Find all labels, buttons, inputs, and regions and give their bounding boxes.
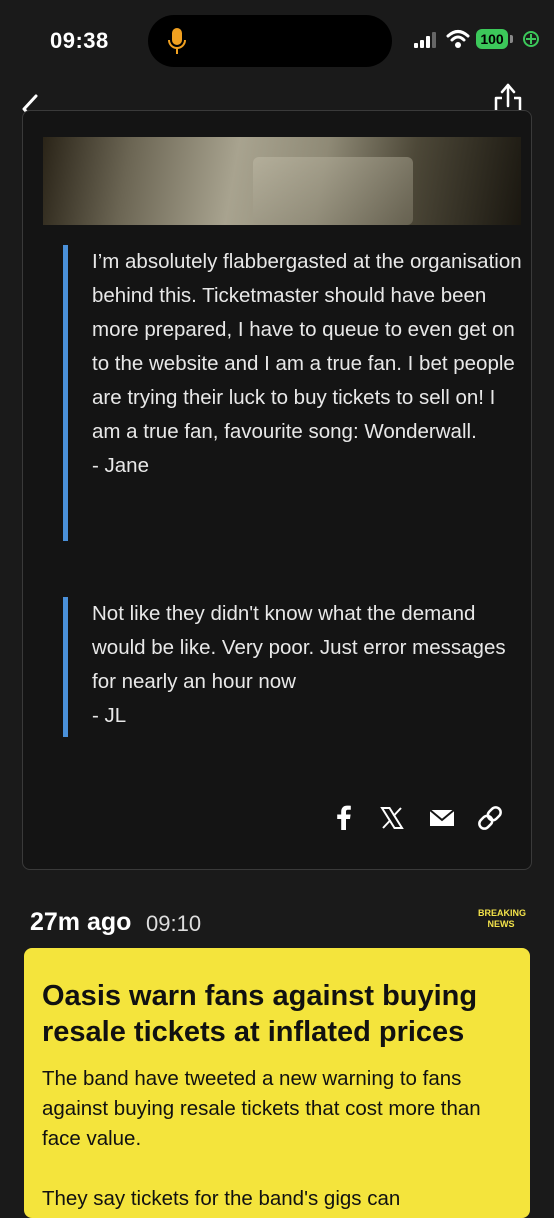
article-card: I’m absolutely flabbergasted at the orga…: [22, 110, 532, 870]
article-photo: [43, 137, 521, 225]
breaking-badge-line: BREAKING: [478, 908, 527, 918]
quote-text: I’m absolutely flabbergasted at the orga…: [92, 250, 522, 443]
reader-quote: Not like they didn't know what the deman…: [63, 597, 522, 737]
status-bar: 09:38 100: [0, 0, 554, 84]
time-ago-label: 27m ago: [30, 908, 132, 936]
microphone-icon: [168, 28, 186, 54]
mail-icon[interactable]: [427, 803, 457, 833]
battery-indicator: 100: [476, 29, 516, 51]
news-body: The band have tweeted a new warning to f…: [42, 1067, 481, 1150]
battery-tip: [510, 35, 513, 43]
news-body-continued: They say tickets for the band's gigs can: [42, 1187, 401, 1210]
x-icon[interactable]: [377, 803, 407, 833]
reader-quote: I’m absolutely flabbergasted at the orga…: [63, 245, 522, 541]
wifi-icon: [446, 30, 470, 48]
facebook-icon[interactable]: [329, 803, 359, 833]
quote-author: - JL: [92, 704, 127, 727]
breaking-badge-line: NEWS: [487, 919, 515, 929]
status-time: 09:38: [50, 28, 109, 53]
breaking-news-card[interactable]: Oasis warn fans against buying resale ti…: [24, 948, 530, 1218]
cellular-signal-icon: [414, 32, 436, 48]
breaking-news-badge: BREAKING NEWS: [478, 908, 527, 930]
quote-author: - Jane: [92, 454, 149, 477]
news-headline[interactable]: Oasis warn fans against buying resale ti…: [42, 978, 512, 1050]
dynamic-island: [148, 15, 392, 67]
screen-recording-icon: [523, 31, 539, 47]
link-icon[interactable]: [475, 803, 505, 833]
entry-time: 09:10: [146, 911, 202, 936]
quote-text: Not like they didn't know what the deman…: [92, 602, 506, 693]
battery-level: 100: [476, 29, 508, 49]
